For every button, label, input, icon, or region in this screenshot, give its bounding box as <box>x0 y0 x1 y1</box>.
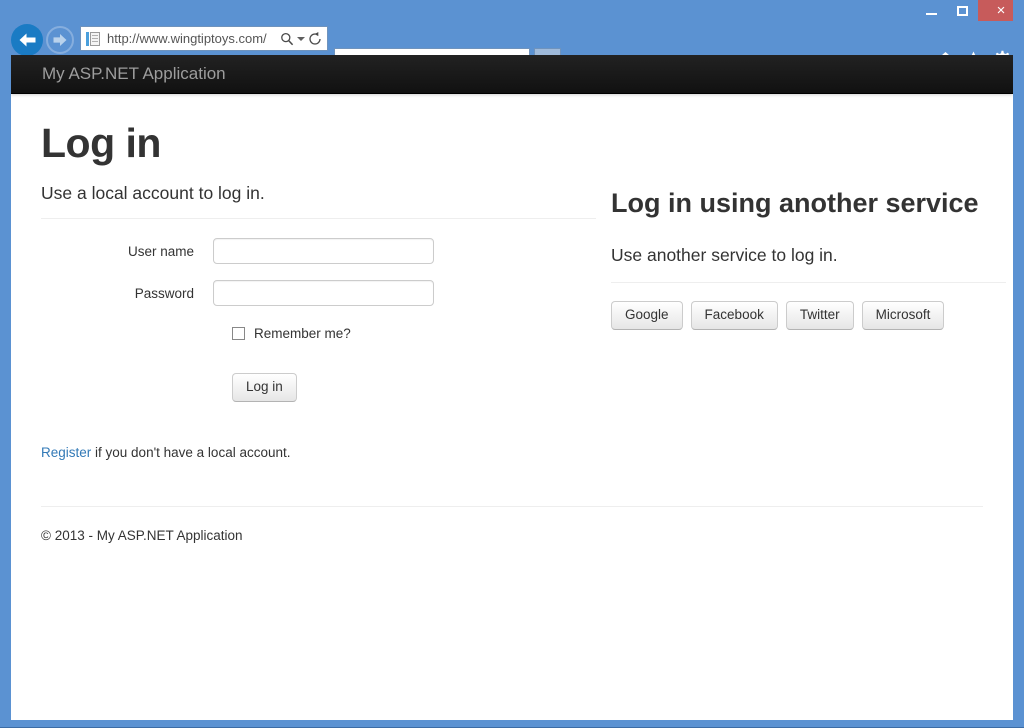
username-input[interactable] <box>213 238 434 264</box>
refresh-icon[interactable] <box>308 32 322 46</box>
page-document-icon <box>86 31 101 47</box>
provider-button-row: Google Facebook Twitter Microsoft <box>611 301 1006 330</box>
local-login-divider <box>41 218 596 219</box>
provider-facebook-button[interactable]: Facebook <box>691 301 778 330</box>
remember-me-row: Remember me? <box>232 326 596 341</box>
local-login-column: Use a local account to log in. User name… <box>41 183 596 460</box>
provider-google-button[interactable]: Google <box>611 301 683 330</box>
username-label: User name <box>41 244 213 259</box>
window-title-bar: × <box>0 0 1024 22</box>
browser-window: × http://www.wingtiptoys.com/ <box>0 0 1024 728</box>
column-spacer <box>596 183 611 460</box>
register-link[interactable]: Register <box>41 445 91 460</box>
register-line: Register if you don't have a local accou… <box>41 445 596 460</box>
local-login-subtitle: Use a local account to log in. <box>41 183 596 203</box>
external-login-divider <box>611 282 1006 283</box>
maximize-icon <box>957 6 968 16</box>
arrow-left-icon <box>18 32 37 48</box>
site-brand-link[interactable]: My ASP.NET Application <box>42 64 226 84</box>
footer-divider <box>41 506 983 507</box>
external-login-column: Log in using another service Use another… <box>611 183 1006 460</box>
login-submit-button[interactable]: Log in <box>232 373 297 402</box>
forward-button[interactable] <box>46 26 74 54</box>
window-frame-right <box>1013 0 1024 728</box>
minimize-icon <box>926 13 937 15</box>
address-bar[interactable]: http://www.wingtiptoys.com/ <box>80 26 328 51</box>
provider-twitter-button[interactable]: Twitter <box>786 301 854 330</box>
login-button-row: Log in <box>232 373 596 402</box>
page-title: Log in <box>41 121 983 165</box>
arrow-right-icon <box>52 33 68 47</box>
site-navbar: My ASP.NET Application <box>11 55 1013 94</box>
page-container: Log in Use a local account to log in. Us… <box>11 121 1013 543</box>
username-form-row: User name <box>41 238 596 264</box>
password-form-row: Password <box>41 280 596 306</box>
remember-me-checkbox[interactable] <box>232 327 245 340</box>
window-frame-left <box>0 0 11 728</box>
back-button[interactable] <box>11 24 43 56</box>
browser-toolbar: http://www.wingtiptoys.com/ <box>0 22 1024 55</box>
chevron-down-icon[interactable] <box>297 37 305 41</box>
close-icon: × <box>997 3 1006 18</box>
maximize-button[interactable] <box>947 0 978 21</box>
footer-copyright: © 2013 - My ASP.NET Application <box>41 528 983 543</box>
minimize-button[interactable] <box>916 0 947 21</box>
page-viewport: My ASP.NET Application Log in Use a loca… <box>11 55 1013 720</box>
window-controls: × <box>916 0 1024 21</box>
address-url-text[interactable]: http://www.wingtiptoys.com/ <box>107 31 280 46</box>
password-input[interactable] <box>213 280 434 306</box>
address-bar-icons <box>280 32 322 46</box>
content-columns: Use a local account to log in. User name… <box>41 183 983 460</box>
remember-me-label[interactable]: Remember me? <box>254 326 351 341</box>
search-icon[interactable] <box>280 32 294 46</box>
provider-microsoft-button[interactable]: Microsoft <box>862 301 945 330</box>
external-login-subtitle: Use another service to log in. <box>611 245 1006 265</box>
password-label: Password <box>41 286 213 301</box>
external-login-heading: Log in using another service <box>611 183 1006 223</box>
register-rest-text: if you don't have a local account. <box>91 445 290 460</box>
